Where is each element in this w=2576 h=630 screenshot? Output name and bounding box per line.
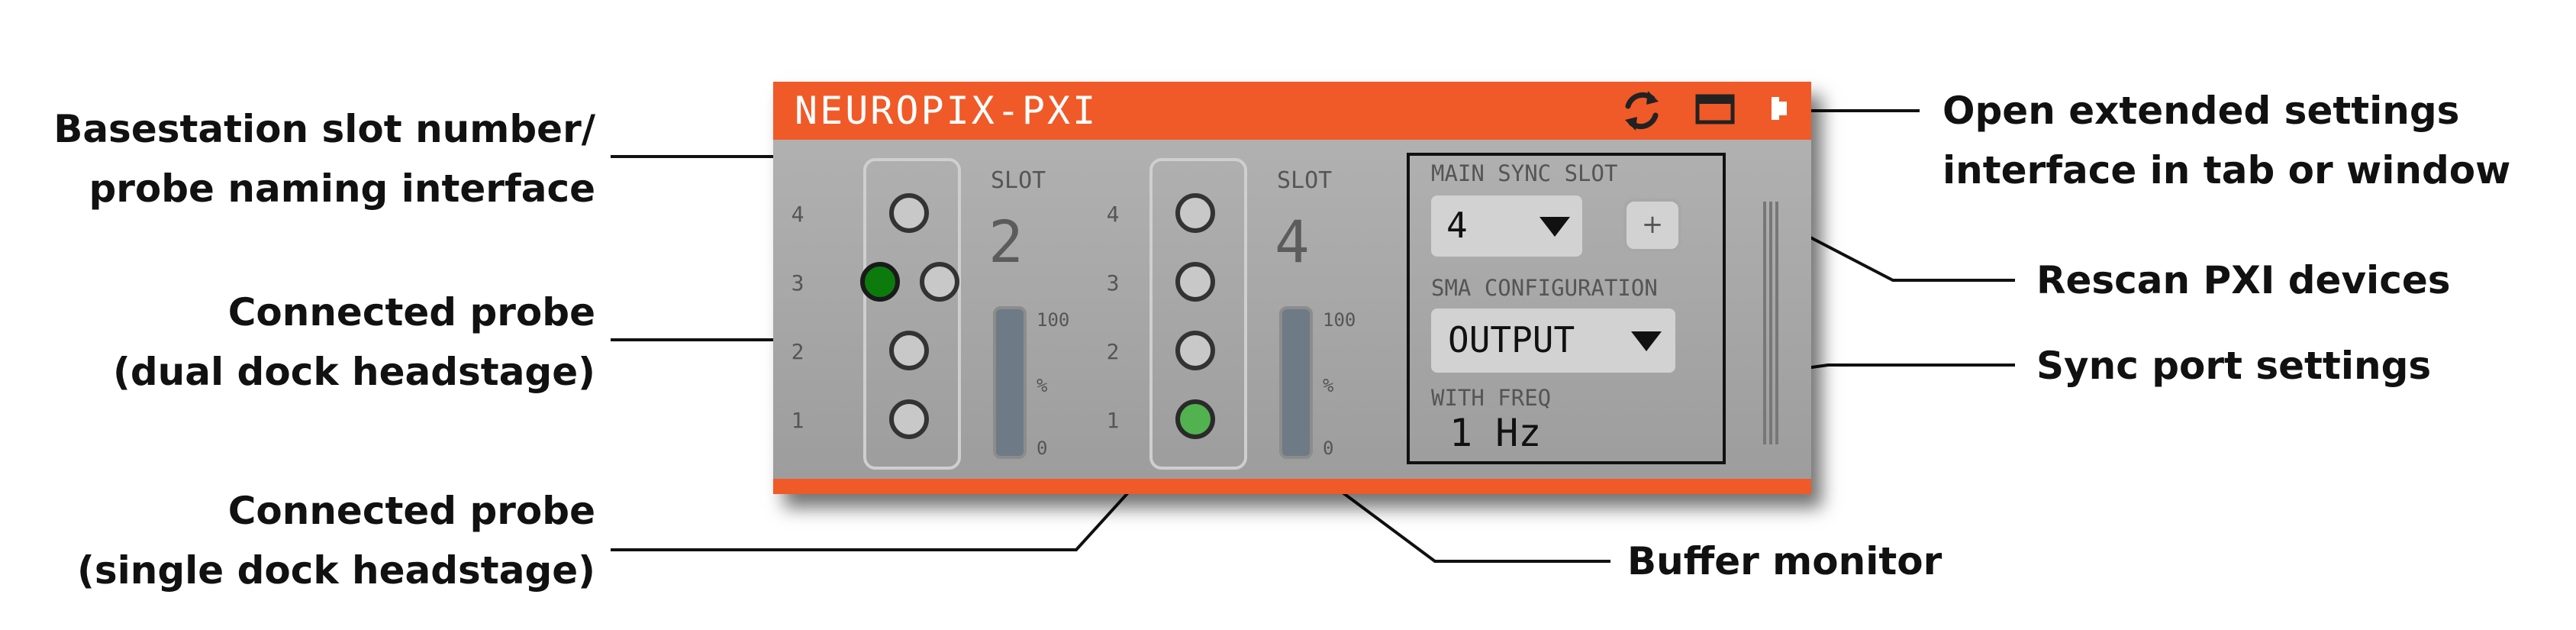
probe-slot2-port3-dock1[interactable]: [860, 262, 900, 302]
slot-label: SLOT: [1277, 167, 1333, 194]
chevron-down-icon: [1539, 217, 1570, 237]
annotation-slot-naming-line2: probe naming interface: [89, 166, 595, 211]
probe-slot4-port1[interactable]: [1175, 399, 1215, 439]
buffer-monitor-bar: [1279, 306, 1313, 459]
annotation-rescan: Rescan PXI devices: [2036, 258, 2451, 302]
buffer-min-label: 0: [1037, 438, 1048, 459]
buffer-unit-label: %: [1323, 375, 1334, 396]
row-label-4: 4: [791, 202, 804, 227]
buffer-unit-label: %: [1037, 375, 1048, 396]
annotation-extended-settings: Open extended settings interface in tab …: [1942, 81, 2510, 200]
sma-configuration-label: SMA CONFIGURATION: [1431, 275, 1658, 301]
annotation-dual-probe: Connected probe (dual dock headstage): [113, 283, 595, 402]
sync-settings-box: MAIN SYNC SLOT 4 + SMA CONFIGURATION OUT…: [1407, 153, 1726, 464]
divider-line: [1769, 202, 1772, 444]
row-label-1: 1: [791, 408, 804, 433]
buffer-max-label: 100: [1323, 309, 1356, 331]
annotation-extended-settings-line1: Open extended settings: [1942, 89, 2460, 133]
freq-value[interactable]: 1 Hz: [1449, 411, 1541, 455]
sma-configuration-value: OUTPUT: [1448, 319, 1575, 360]
buffer-max-label: 100: [1037, 309, 1070, 331]
freq-label: WITH FREQ: [1431, 385, 1552, 411]
row-label-2: 2: [791, 339, 804, 364]
title-bar: NEUROPIX-PXI: [773, 82, 1811, 140]
bottom-bar: [773, 479, 1811, 494]
neuropix-pxi-panel: NEUROPIX-PXI 4 3 2 1 SLOT 2 100 % 0 4 3: [773, 82, 1811, 494]
annotation-dual-probe-line1: Connected probe: [227, 290, 595, 334]
annotation-sync-settings: Sync port settings: [2036, 344, 2432, 388]
slot-number[interactable]: 4: [1275, 208, 1310, 276]
panel-title: NEUROPIX-PXI: [795, 89, 1098, 133]
annotation-extended-settings-line2: interface in tab or window: [1942, 148, 2511, 192]
row-label-3: 3: [791, 270, 804, 296]
main-sync-slot-label: MAIN SYNC SLOT: [1431, 160, 1618, 186]
rescan-icon[interactable]: [1619, 88, 1665, 134]
annotation-single-probe-line1: Connected probe: [227, 489, 595, 533]
buffer-min-label: 0: [1323, 438, 1334, 459]
tab-icon[interactable]: [1770, 95, 1790, 121]
window-icon[interactable]: [1695, 94, 1735, 124]
probe-slot2-port4[interactable]: [889, 193, 929, 233]
slot-number[interactable]: 2: [988, 208, 1024, 276]
probe-slot4-port4[interactable]: [1175, 193, 1215, 233]
probe-slot2-port3-dock2[interactable]: [920, 262, 959, 302]
main-sync-slot-value: 4: [1446, 205, 1468, 246]
row-label-3: 3: [1106, 270, 1120, 296]
row-label-1: 1: [1106, 408, 1120, 433]
row-label-4: 4: [1106, 202, 1120, 227]
annotation-buffer-monitor: Buffer monitor: [1627, 539, 1942, 583]
probe-slot2-port2[interactable]: [889, 331, 929, 370]
annotation-single-probe-line2: (single dock headstage): [76, 548, 595, 593]
annotation-slot-naming-line1: Basestation slot number/: [53, 107, 595, 151]
probe-slot2-port1[interactable]: [889, 399, 929, 439]
slot-label: SLOT: [991, 167, 1046, 194]
main-sync-slot-dropdown[interactable]: 4: [1431, 195, 1582, 257]
chevron-down-icon: [1631, 331, 1662, 351]
probe-slot4-port2[interactable]: [1175, 331, 1215, 370]
sma-configuration-dropdown[interactable]: OUTPUT: [1431, 309, 1675, 373]
divider-line: [1763, 202, 1766, 444]
annotation-dual-probe-line2: (dual dock headstage): [113, 350, 595, 394]
annotation-slot-naming: Basestation slot number/ probe naming in…: [53, 99, 595, 218]
buffer-monitor-bar: [993, 306, 1027, 459]
row-label-2: 2: [1106, 339, 1120, 364]
annotation-single-probe: Connected probe (single dock headstage): [77, 481, 595, 600]
probe-slot4-port3[interactable]: [1175, 262, 1215, 302]
add-sync-button[interactable]: +: [1623, 199, 1681, 252]
divider-line: [1775, 202, 1778, 444]
